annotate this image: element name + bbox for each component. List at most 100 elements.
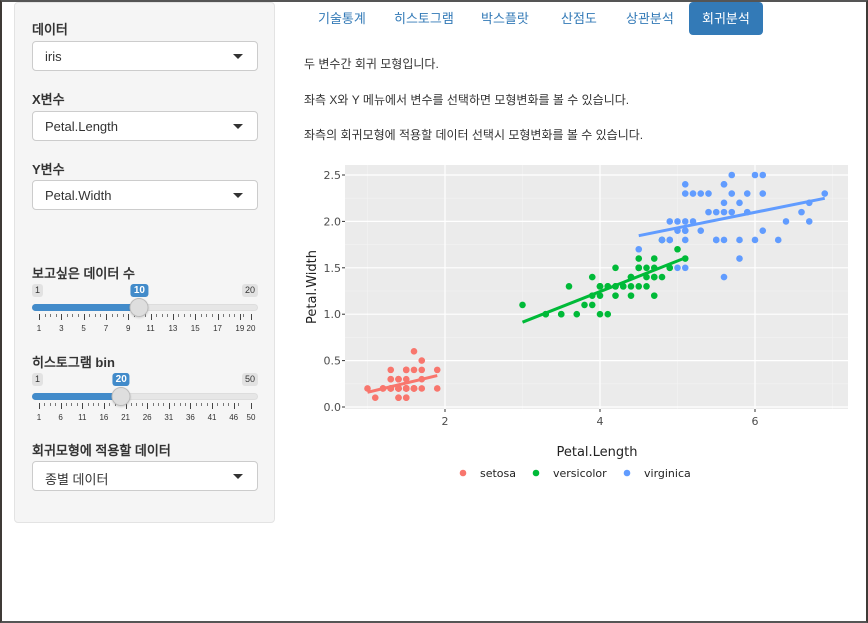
data-point bbox=[565, 283, 573, 290]
slider-minor-tick bbox=[100, 314, 102, 317]
data-point bbox=[681, 227, 689, 234]
fit-line-versicolor bbox=[521, 256, 686, 324]
data-point bbox=[681, 255, 689, 262]
data-point bbox=[720, 180, 728, 188]
data-point bbox=[627, 273, 635, 281]
slider-minor-tick bbox=[238, 403, 240, 406]
data-point bbox=[805, 218, 813, 225]
plot-grid bbox=[345, 165, 848, 409]
data-point bbox=[736, 255, 743, 262]
tab-regression[interactable]: 회귀분석 bbox=[689, 2, 763, 35]
slider-minor-tick bbox=[157, 403, 159, 406]
x-tick-label: 6 bbox=[752, 415, 759, 428]
data-point bbox=[650, 273, 658, 281]
data-point bbox=[751, 171, 759, 179]
slider-tick-label: 41 bbox=[207, 413, 217, 422]
slider-major-tick bbox=[212, 403, 214, 409]
slider-minor-tick bbox=[141, 403, 143, 406]
tab-descriptive-stats[interactable]: 기술통계 bbox=[305, 2, 379, 35]
slider-minor-tick bbox=[109, 403, 111, 406]
data-point bbox=[604, 283, 612, 290]
slider-tick-label: 36 bbox=[185, 413, 195, 422]
legend-label-versicolor: versicolor bbox=[553, 467, 607, 480]
slider-minor-tick bbox=[87, 403, 89, 406]
y-tick-label: 0.5 bbox=[324, 355, 342, 368]
data-point bbox=[387, 375, 395, 383]
data-point bbox=[557, 310, 565, 318]
data-point bbox=[410, 348, 418, 355]
chevron-down-icon bbox=[233, 474, 243, 479]
data-point bbox=[681, 264, 689, 272]
tab-scatter[interactable]: 산점도 bbox=[548, 2, 610, 35]
data-point bbox=[759, 190, 767, 197]
slider-tick-label: 26 bbox=[142, 413, 152, 422]
data-count-slider[interactable]: 1 20 10 1 3 5 7 9 11 13 15 17 19 20 bbox=[32, 284, 258, 344]
slider-minor-tick bbox=[217, 403, 219, 406]
slider-minor-tick bbox=[66, 314, 68, 317]
data-point bbox=[542, 310, 550, 318]
y-var-select[interactable]: Petal.Width bbox=[32, 180, 258, 210]
series-virginica bbox=[635, 171, 829, 281]
data-point bbox=[395, 385, 402, 392]
slider-minor-tick bbox=[44, 314, 46, 317]
slider-handle[interactable] bbox=[129, 298, 149, 317]
slider-major-tick bbox=[61, 314, 63, 320]
data-point bbox=[674, 245, 681, 253]
x-tick-label: 2 bbox=[442, 415, 449, 428]
data-point bbox=[418, 375, 426, 383]
slider-minor-tick bbox=[195, 403, 197, 406]
slider-minor-tick bbox=[206, 314, 208, 317]
data-point bbox=[705, 190, 712, 197]
slider-major-tick bbox=[147, 403, 149, 409]
slider-minor-tick bbox=[71, 403, 73, 406]
data-point bbox=[395, 385, 402, 392]
y-axis-title: Petal.Width bbox=[305, 250, 320, 324]
slider-minor-tick bbox=[44, 403, 46, 406]
data-point bbox=[402, 385, 410, 392]
data-point bbox=[612, 283, 619, 290]
slider-minor-tick bbox=[185, 403, 187, 406]
data-point bbox=[581, 301, 588, 309]
model-data-select[interactable]: 종별 데이터 bbox=[32, 461, 258, 491]
data-point bbox=[728, 208, 736, 216]
slider-major-tick bbox=[190, 403, 192, 409]
slider-major-tick bbox=[128, 314, 130, 320]
data-point bbox=[821, 190, 829, 197]
data-point bbox=[612, 292, 619, 299]
data-point bbox=[619, 283, 627, 290]
data-point bbox=[395, 385, 402, 392]
slider-minor-tick bbox=[136, 403, 138, 406]
slider-major-tick bbox=[233, 403, 235, 409]
data-point bbox=[596, 310, 604, 318]
data-point bbox=[395, 394, 402, 402]
slider-value-label: 10 bbox=[130, 284, 148, 297]
slider-major-tick bbox=[217, 314, 219, 320]
data-point bbox=[627, 273, 635, 281]
data-point bbox=[410, 385, 418, 392]
dataset-select[interactable]: iris bbox=[32, 41, 258, 71]
slider-handle[interactable] bbox=[111, 387, 131, 406]
data-point bbox=[759, 171, 767, 179]
histogram-bin-slider[interactable]: 1 50 20 1 6 11 16 21 26 31 36 41 46 50 bbox=[32, 373, 258, 433]
y-tick-label: 2.5 bbox=[324, 169, 342, 182]
slider-minor-tick bbox=[94, 314, 96, 317]
slider-tick-label: 13 bbox=[168, 324, 178, 333]
slider-tick-label: 1 bbox=[36, 413, 42, 422]
data-point bbox=[410, 385, 418, 392]
x-var-select[interactable]: Petal.Length bbox=[32, 111, 258, 141]
dataset-select-value: iris bbox=[45, 49, 62, 64]
tab-histogram[interactable]: 히스토그램 bbox=[381, 2, 467, 35]
slider-tick-label: 15 bbox=[190, 324, 200, 333]
tab-boxplot[interactable]: 박스플랏 bbox=[468, 2, 542, 35]
bin-slider-label: 히스토그램 bin bbox=[32, 355, 115, 370]
y-tick-label: 1.0 bbox=[324, 308, 342, 321]
slider-minor-tick bbox=[242, 314, 244, 317]
slider-minor-tick bbox=[174, 403, 176, 406]
slider-tick-label: 6 bbox=[58, 413, 63, 422]
slider-min-label: 1 bbox=[32, 284, 44, 297]
slider-major-tick bbox=[39, 403, 40, 409]
tab-correlation[interactable]: 상관분석 bbox=[613, 2, 687, 35]
slider-minor-tick bbox=[93, 403, 95, 406]
data-point bbox=[395, 385, 402, 392]
chevron-down-icon bbox=[233, 54, 243, 59]
